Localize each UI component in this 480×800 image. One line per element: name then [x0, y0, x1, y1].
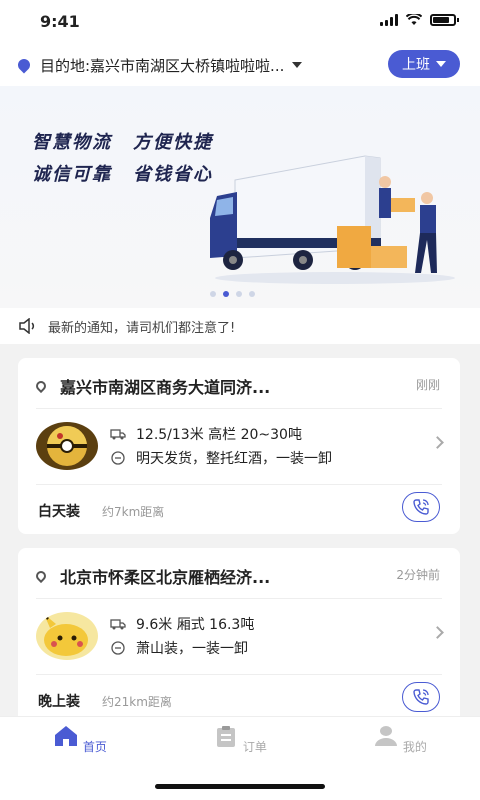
tab-orders[interactable]: 订单: [200, 725, 280, 755]
phone-icon: [413, 499, 429, 515]
order-note: 萧山装，一装一卸: [110, 638, 248, 658]
order-route: 北京市怀柔区北京雁栖经济...: [33, 564, 271, 588]
speaker-icon: [19, 318, 35, 334]
pagination-dot[interactable]: [210, 291, 216, 297]
chevron-right-icon[interactable]: [431, 626, 444, 639]
banner-slogan: 方便快捷: [133, 132, 213, 153]
tab-home-label: 首页: [82, 740, 107, 754]
order-time: 2分钟前: [396, 568, 440, 582]
order-card[interactable]: 嘉兴市南湖区商务大道同济... 刚刚 12.5/13米 高栏 20~30吨 明天…: [18, 358, 460, 534]
banner-slogan: 省钱省心: [133, 164, 213, 185]
location-pin-icon: [33, 378, 49, 394]
order-note-text: 萧山装，一装一卸: [136, 641, 248, 657]
home-icon: [55, 726, 78, 746]
divider: [36, 484, 442, 485]
user-icon: [375, 726, 398, 746]
tab-home[interactable]: 首页: [40, 725, 120, 755]
order-spec: 12.5/13米 高栏 20~30吨: [110, 424, 302, 444]
location-pin-icon: [33, 568, 49, 584]
order-card[interactable]: 北京市怀柔区北京雁栖经济... 2分钟前 9.6米 厢式 16.3吨 萧山装，一…: [18, 548, 460, 724]
shift-toggle-button[interactable]: 上班: [388, 50, 460, 78]
location-pin-icon: [15, 56, 33, 74]
tab-profile-label: 我的: [402, 740, 427, 754]
wifi-icon: [406, 14, 422, 25]
order-note: 明天发货，整托红酒，一装一卸: [110, 448, 332, 468]
clipboard-icon: [217, 726, 236, 747]
battery-icon: [430, 14, 459, 26]
order-time: 刚刚: [415, 378, 440, 392]
tab-orders-label: 订单: [242, 740, 267, 754]
signal-icon: [380, 14, 398, 26]
load-type: 晚上装: [38, 694, 80, 710]
home-indicator[interactable]: [155, 784, 325, 789]
chevron-right-icon[interactable]: [431, 436, 444, 449]
notice-bar[interactable]: 最新的通知，请司机们都注意了!: [0, 308, 480, 344]
truck-icon: [110, 429, 126, 440]
banner-slogan: 智慧物流: [32, 132, 112, 153]
truck-illustration: [210, 155, 455, 284]
note-icon: [111, 641, 125, 655]
order-route: 嘉兴市南湖区商务大道同济...: [33, 374, 271, 398]
promo-banner[interactable]: 智慧物流 方便快捷 诚信可靠 省钱省心: [0, 86, 480, 308]
divider: [36, 408, 442, 409]
divider: [36, 598, 442, 599]
order-distance: 约7km距离: [102, 505, 165, 519]
order-spec-text: 12.5/13米 高栏 20~30吨: [136, 427, 302, 443]
location-bar: 目的地:嘉兴市南湖区大桥镇啦啦啦... 上班: [0, 44, 480, 86]
load-type: 白天装: [38, 504, 80, 520]
shift-toggle-label: 上班: [402, 57, 430, 73]
order-spec-text: 9.6米 厢式 16.3吨: [136, 617, 255, 633]
notice-text: 最新的通知，请司机们都注意了!: [48, 320, 236, 336]
chevron-down-icon[interactable]: [292, 62, 303, 68]
tab-profile[interactable]: 我的: [360, 725, 440, 755]
call-button[interactable]: [402, 682, 440, 712]
truck-icon: [110, 619, 126, 630]
order-note-text: 明天发货，整托红酒，一装一卸: [136, 451, 332, 467]
order-route-text: 北京市怀柔区北京雁栖经济...: [60, 568, 271, 587]
pagination-dot[interactable]: [249, 291, 255, 297]
pikachu-avatar: [36, 612, 98, 660]
order-route-text: 嘉兴市南湖区商务大道同济...: [60, 378, 271, 397]
banner-slogan: 诚信可靠: [32, 164, 112, 185]
status-bar: 9:41: [0, 0, 480, 44]
call-button[interactable]: [402, 492, 440, 522]
status-icons: [380, 14, 459, 26]
order-spec: 9.6米 厢式 16.3吨: [110, 614, 254, 634]
pokeball-avatar: [36, 422, 98, 470]
status-time: 9:41: [40, 12, 80, 31]
chevron-down-icon: [436, 61, 446, 67]
destination-selector[interactable]: 目的地:嘉兴市南湖区大桥镇啦啦啦...: [40, 55, 284, 76]
banner-pagination: [210, 291, 255, 297]
pagination-dot-active[interactable]: [223, 291, 229, 297]
note-icon: [111, 451, 125, 465]
phone-icon: [413, 689, 429, 705]
divider: [36, 674, 442, 675]
pagination-dot[interactable]: [236, 291, 242, 297]
order-distance: 约21km距离: [102, 695, 172, 709]
